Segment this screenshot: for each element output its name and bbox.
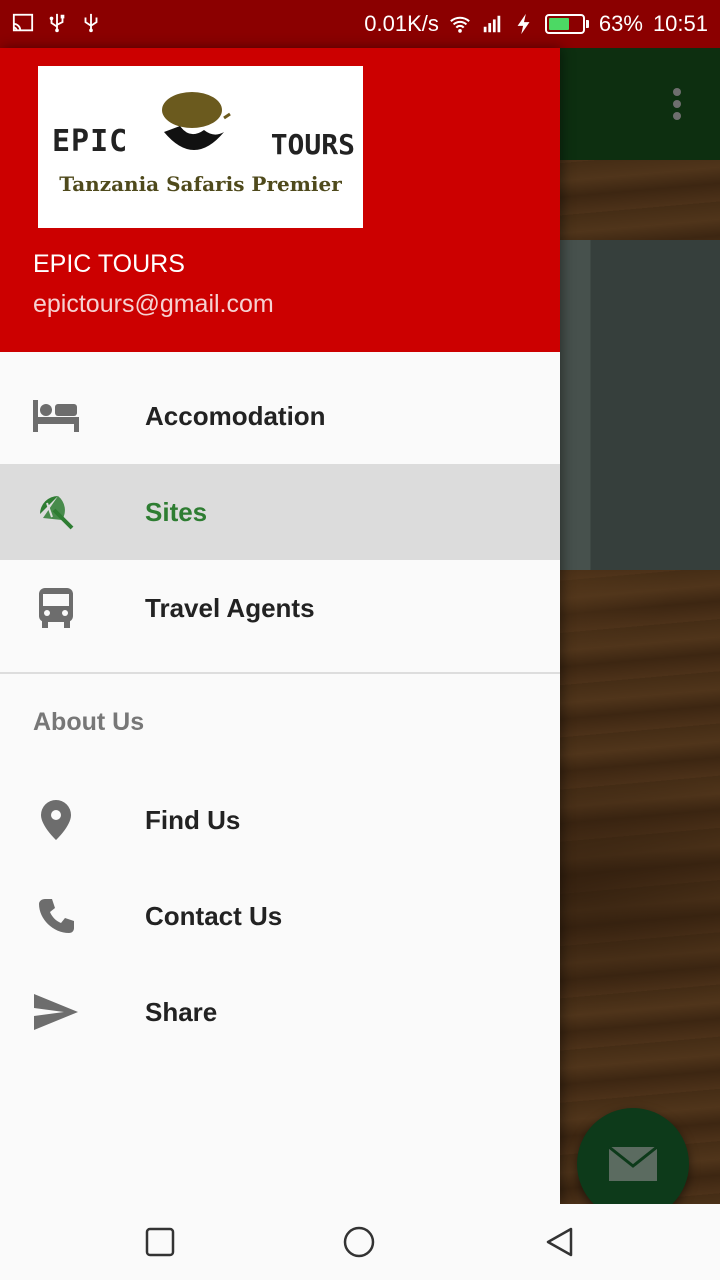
menu-item-label: Travel Agents: [145, 592, 315, 623]
wifi-icon: [450, 16, 470, 33]
menu-item-accomodation[interactable]: Accomodation: [0, 368, 560, 464]
menu-item-travel-agents[interactable]: Travel Agents: [0, 560, 560, 656]
network-speed: 0.01K/s: [364, 11, 439, 36]
drawer-divider: [0, 672, 560, 674]
mail-icon: [608, 1146, 658, 1181]
usb-icon: [49, 13, 65, 33]
status-notification-icons: [12, 12, 102, 34]
logo-mark-icon: [162, 92, 231, 150]
menu-item-label: Contact Us: [145, 900, 283, 931]
logo-text-tours: TOURS: [270, 128, 355, 161]
recents-square-icon[interactable]: [144, 1226, 176, 1258]
menu-item-share[interactable]: Share: [0, 964, 560, 1060]
navigation-drawer: EPIC TOURS Tanzania Safaris Premier EPIC…: [0, 48, 560, 1204]
back-triangle-icon[interactable]: [544, 1226, 576, 1258]
phone-icon: [32, 892, 80, 940]
usb-icon: [84, 13, 98, 33]
menu-item-label: Sites: [145, 496, 208, 527]
hotel-bed-icon: [32, 392, 80, 440]
drawer-menu-primary: Accomodation Sites Travel Agents: [0, 368, 560, 656]
logo-text-epic: EPIC: [52, 124, 129, 159]
account-email: epictours@gmail.com: [33, 290, 274, 318]
menu-item-contact-us[interactable]: Contact Us: [0, 868, 560, 964]
menu-item-label: Accomodation: [145, 400, 326, 431]
menu-item-label: Share: [145, 996, 218, 1027]
menu-item-sites[interactable]: Sites: [0, 464, 560, 560]
brand-logo: EPIC TOURS Tanzania Safaris Premier: [38, 66, 363, 228]
signal-icon: [483, 15, 501, 33]
drawer-header: EPIC TOURS Tanzania Safaris Premier EPIC…: [0, 48, 560, 352]
menu-item-find-us[interactable]: Find Us: [0, 772, 560, 868]
clock: 10:51: [652, 11, 708, 36]
drawer-menu-about: Find Us Contact Us Share: [0, 772, 560, 1060]
cast-icon: [12, 13, 34, 32]
system-nav-bar: [0, 1204, 720, 1280]
battery-percent: 63%: [598, 11, 643, 36]
menu-item-label: Find Us: [145, 804, 241, 835]
account-name: EPIC TOURS: [33, 250, 185, 278]
battery-fill: [548, 18, 570, 30]
location-pin-icon: [32, 796, 80, 844]
battery-icon: [544, 14, 589, 34]
status-system-info: 0.01K/s 63% 10:51: [364, 0, 708, 48]
status-bar: 0.01K/s 63% 10:51: [0, 0, 720, 48]
bus-icon: [32, 584, 80, 632]
home-circle-icon[interactable]: [343, 1226, 375, 1258]
logo-tagline: Tanzania Safaris Premier: [59, 172, 342, 196]
charging-icon: [517, 13, 530, 35]
section-header-about: About Us: [33, 708, 145, 736]
send-icon: [32, 988, 80, 1036]
beach-umbrella-icon: [32, 488, 80, 536]
